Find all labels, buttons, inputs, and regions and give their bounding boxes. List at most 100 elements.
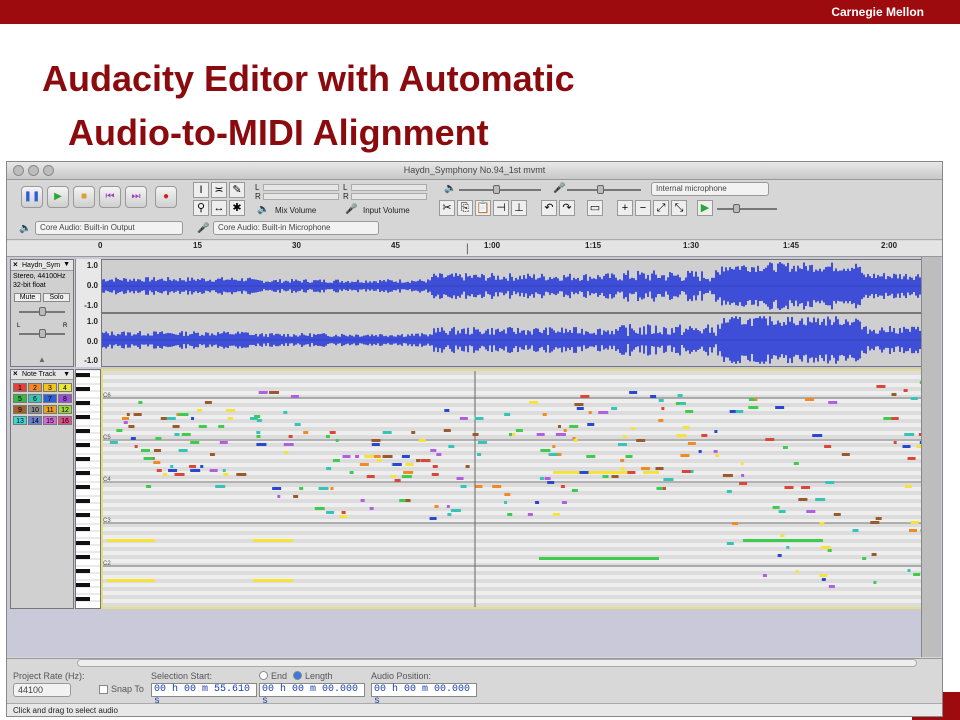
playback-device-select[interactable]: Core Audio: Built-in Output xyxy=(35,221,183,235)
length-radio[interactable] xyxy=(293,671,302,680)
waveform-right-channel[interactable] xyxy=(101,313,939,367)
input-volume-knob[interactable] xyxy=(597,185,604,194)
midi-note xyxy=(153,449,161,452)
zoom-in-icon[interactable]: + xyxy=(617,200,633,216)
play-at-speed-icon[interactable]: ▶ xyxy=(697,200,713,216)
channel-button-11[interactable]: 11 xyxy=(43,405,57,414)
vertical-scrollbar[interactable] xyxy=(921,257,941,657)
note-grid[interactable]: C6 C5 C4 C3 C2 xyxy=(101,369,939,609)
channel-button-12[interactable]: 12 xyxy=(58,405,72,414)
skip-to-start-button[interactable]: ⏮ xyxy=(99,186,121,208)
silence-icon[interactable]: ⊥ xyxy=(511,200,527,216)
channel-button-3[interactable]: 3 xyxy=(43,383,57,392)
length-field[interactable]: 00 h 00 m 00.000 s xyxy=(259,683,365,707)
copy-icon[interactable]: ⎘ xyxy=(457,200,473,216)
midi-note xyxy=(178,413,189,416)
channel-button-13[interactable]: 13 xyxy=(13,416,27,425)
mute-button[interactable]: Mute xyxy=(14,293,41,302)
record-meter-right[interactable] xyxy=(351,193,427,200)
recording-device-select[interactable]: Core Audio: Built-in Microphone xyxy=(213,221,379,235)
midi-note xyxy=(256,419,262,422)
track-menu-icon[interactable]: ▼ xyxy=(63,261,70,268)
piano-black-key xyxy=(76,513,90,517)
note-track-name[interactable]: Note Track xyxy=(22,371,56,378)
octave-marker-label: C2 xyxy=(103,561,111,567)
multi-tool-icon[interactable]: ✱ xyxy=(229,200,245,216)
midi-note xyxy=(602,475,609,478)
record-meter-left[interactable] xyxy=(351,184,427,191)
channel-button-6[interactable]: 6 xyxy=(28,394,42,403)
midi-note xyxy=(662,487,666,490)
fit-project-icon[interactable]: ⤡ xyxy=(671,200,687,216)
input-source-select[interactable]: Internal microphone xyxy=(651,182,769,196)
selection-tool-icon[interactable]: I xyxy=(193,182,209,198)
close-track-icon[interactable]: × xyxy=(13,260,18,269)
midi-note xyxy=(403,471,414,474)
selection-start-field[interactable]: 00 h 00 m 55.610 s xyxy=(151,683,257,707)
solo-button[interactable]: Solo xyxy=(43,293,70,302)
waveform-left-channel[interactable] xyxy=(101,259,939,313)
output-volume-knob[interactable] xyxy=(493,185,500,194)
channel-button-8[interactable]: 8 xyxy=(58,394,72,403)
input-device-icon: 🎤 xyxy=(197,223,210,234)
gain-knob[interactable] xyxy=(39,307,46,316)
zoom-tool-icon[interactable]: ⚲ xyxy=(193,200,209,216)
channel-button-15[interactable]: 15 xyxy=(43,416,57,425)
pause-button[interactable]: ❚❚ xyxy=(21,186,43,208)
piano-keyboard[interactable] xyxy=(75,369,101,609)
play-speed-knob[interactable] xyxy=(733,204,740,213)
channel-button-16[interactable]: 16 xyxy=(58,416,72,425)
close-note-track-icon[interactable]: × xyxy=(13,369,18,378)
playback-meter-left[interactable] xyxy=(263,184,339,191)
cut-icon[interactable]: ✂ xyxy=(439,200,455,216)
zoom-out-icon[interactable]: − xyxy=(635,200,651,216)
midi-note xyxy=(355,455,360,458)
channel-button-2[interactable]: 2 xyxy=(28,383,42,392)
midi-note xyxy=(382,455,393,458)
midi-note xyxy=(174,473,185,476)
channel-button-10[interactable]: 10 xyxy=(28,405,42,414)
midi-note xyxy=(284,451,289,454)
midi-note xyxy=(256,443,267,446)
channel-button-14[interactable]: 14 xyxy=(28,416,42,425)
project-rate-select[interactable]: 44100 xyxy=(13,683,71,697)
skip-to-end-button[interactable]: ⏭ xyxy=(125,186,147,208)
draw-tool-icon[interactable]: ✎ xyxy=(229,182,245,198)
horizontal-scrollbar[interactable] xyxy=(77,659,917,667)
pan-knob[interactable] xyxy=(39,329,46,338)
record-button[interactable]: ● xyxy=(155,186,177,208)
channel-button-4[interactable]: 4 xyxy=(58,383,72,392)
note-row-band xyxy=(103,523,937,527)
channel-button-9[interactable]: 9 xyxy=(13,405,27,414)
redo-icon[interactable]: ↷ xyxy=(559,200,575,216)
midi-note xyxy=(253,579,293,582)
play-button[interactable]: ▶ xyxy=(47,186,69,208)
channel-button-1[interactable]: 1 xyxy=(13,383,27,392)
audio-track-name[interactable]: Haydn_Sym xyxy=(22,262,60,269)
midi-note xyxy=(729,410,736,413)
trim-icon[interactable]: ⊣ xyxy=(493,200,509,216)
output-volume-slider[interactable] xyxy=(459,189,541,191)
timeline-ruler[interactable]: 0 15 30 45 1:00 1:15 1:30 1:45 2:00 ▏ xyxy=(7,241,942,257)
channel-button-5[interactable]: 5 xyxy=(13,394,27,403)
midi-note xyxy=(477,441,487,444)
collapse-track-icon[interactable]: ▲ xyxy=(38,355,46,364)
play-speed-slider[interactable] xyxy=(717,208,777,210)
paste-icon[interactable]: 📋 xyxy=(475,200,491,216)
undo-icon[interactable]: ↶ xyxy=(541,200,557,216)
fit-selection-icon[interactable]: ⤢ xyxy=(653,200,669,216)
snap-to-checkbox[interactable] xyxy=(99,685,108,694)
timeshift-tool-icon[interactable]: ↔ xyxy=(211,200,227,216)
end-radio[interactable] xyxy=(259,671,268,680)
playback-meter-right[interactable] xyxy=(263,193,339,200)
input-volume-slider[interactable] xyxy=(567,189,641,191)
stop-button[interactable]: ■ xyxy=(73,186,95,208)
audio-position-field[interactable]: 00 h 00 m 00.000 s xyxy=(371,683,477,707)
microphone-icon: 🎤 xyxy=(345,204,358,215)
envelope-tool-icon[interactable]: ≍ xyxy=(211,182,227,198)
ruler-tick: 2:00 xyxy=(881,241,898,250)
note-track-menu-icon[interactable]: ▼ xyxy=(63,371,70,378)
playhead-marker-icon: ▏ xyxy=(467,244,474,254)
channel-button-7[interactable]: 7 xyxy=(43,394,57,403)
sync-lock-icon[interactable]: ▭ xyxy=(587,200,603,216)
